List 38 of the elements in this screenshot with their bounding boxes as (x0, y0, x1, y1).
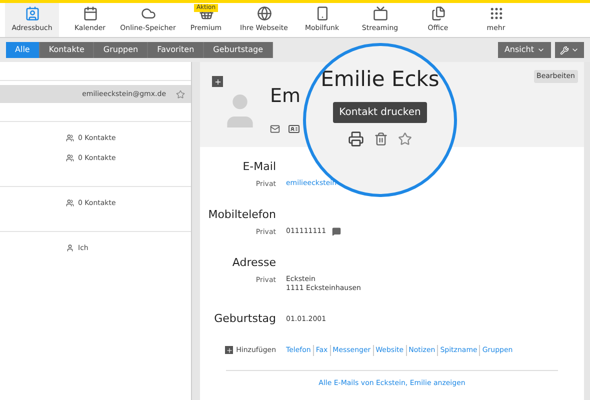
phone-icon (314, 6, 330, 22)
filter-tab[interactable]: Favoriten (148, 42, 204, 58)
filter-tab[interactable]: Alle (6, 42, 40, 58)
wrench-icon (560, 46, 569, 54)
filter-tab[interactable]: Gruppen (94, 42, 148, 58)
tools-dropdown[interactable] (555, 42, 584, 58)
globe-icon (256, 6, 272, 22)
add-photo-button[interactable] (212, 76, 223, 87)
mail-icon[interactable] (270, 124, 280, 134)
add-icon (225, 346, 234, 354)
field-heading: Geburtstag (213, 310, 276, 326)
trash-icon[interactable] (374, 132, 388, 146)
person-icon (66, 244, 74, 252)
tooltip: Kontakt drucken (333, 102, 427, 123)
field-heading: Adresse (231, 255, 276, 271)
cloud-icon (140, 6, 156, 22)
printer-icon[interactable] (348, 131, 364, 147)
sms-icon[interactable] (332, 226, 342, 236)
address-book-icon (24, 6, 40, 22)
filter-tab[interactable]: Kontakte (40, 42, 94, 58)
field-heading: Mobiltelefon (207, 207, 276, 223)
group-icon (66, 134, 74, 142)
grid-icon (488, 6, 504, 22)
group-icon (66, 154, 74, 162)
card-icon[interactable] (288, 122, 300, 134)
caret-icon (571, 46, 579, 54)
tv-icon (372, 6, 388, 22)
contact-name: Emilie Ecks (320, 66, 440, 92)
caret-icon (537, 46, 545, 54)
field-heading: E-Mail (242, 159, 276, 175)
star-icon[interactable] (176, 90, 185, 98)
calendar-icon (82, 6, 98, 22)
documents-icon (430, 6, 446, 22)
group-icon (66, 199, 74, 207)
filter-tab[interactable]: Geburtstage (204, 42, 274, 58)
contact-name: Em (270, 85, 301, 107)
view-dropdown[interactable]: Ansicht (498, 42, 551, 58)
star-icon[interactable] (398, 132, 412, 146)
